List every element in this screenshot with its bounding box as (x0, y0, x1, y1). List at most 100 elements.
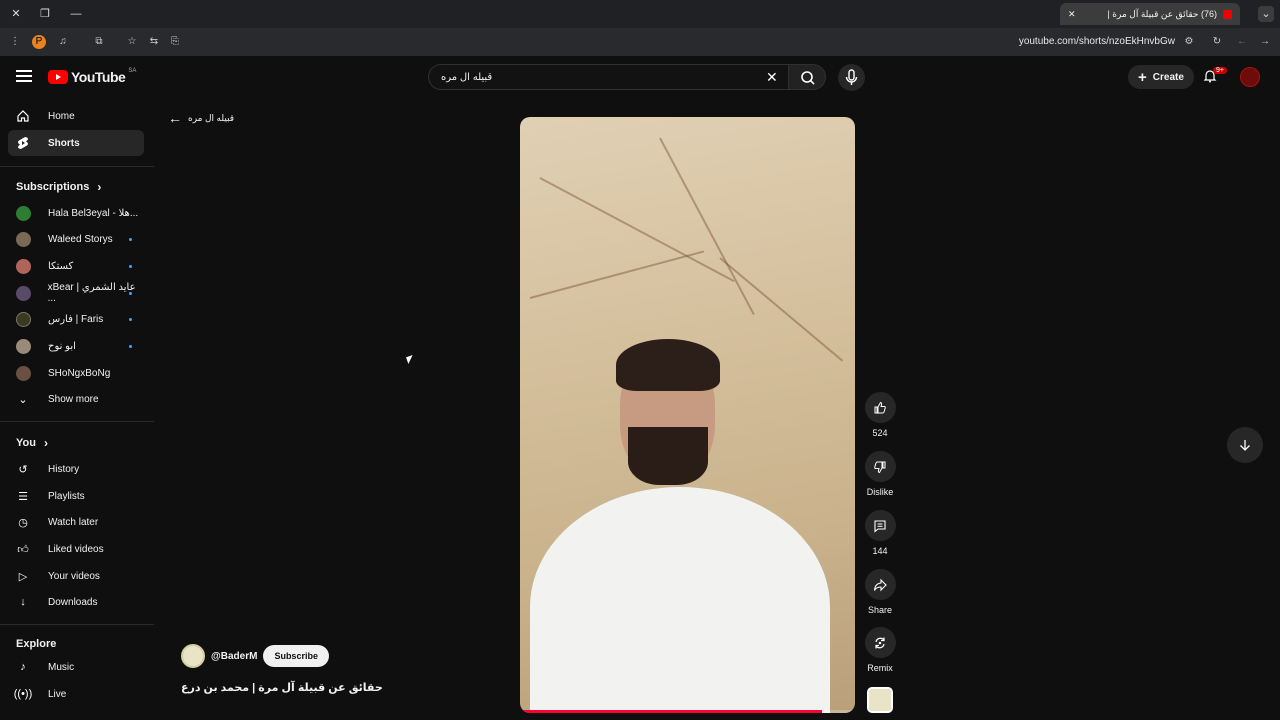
chevron-down-icon: ⌄ (18, 393, 28, 406)
youtube-logo[interactable]: YouTube SA (48, 68, 137, 85)
sidebar-item-watch-later[interactable]: ◷ Watch later (8, 509, 144, 535)
remix-icon (864, 627, 896, 658)
you-header[interactable]: You › (16, 436, 48, 450)
share-button[interactable]: Share (860, 569, 900, 615)
sidebar-item-downloads[interactable]: ↓ Downloads (8, 589, 144, 615)
sidebar-item-label: Downloads (48, 596, 98, 608)
audio-source-thumbnail (867, 687, 893, 713)
install-app-icon[interactable]: ⎘ (168, 35, 182, 49)
comments-button[interactable]: 144 (860, 510, 900, 556)
hamburger-menu-icon[interactable] (16, 70, 32, 82)
speaker-beard (628, 427, 708, 485)
sidebar-item-subscription[interactable]: SHoNgxBoNg (8, 360, 144, 386)
sidebar-item-subscription[interactable]: كستكا (8, 253, 144, 279)
music-icon: ♪ (20, 661, 26, 673)
sidebar-divider (0, 421, 154, 422)
sound-thumbnail[interactable] (860, 687, 900, 713)
marble-vein (529, 250, 705, 299)
sidebar-item-label: History (48, 463, 80, 475)
channel-avatar (16, 365, 31, 381)
back-to-search-link[interactable]: ← قبيله ال مره (168, 110, 234, 126)
remix-button[interactable]: Remix (860, 627, 900, 673)
sidebar-item-shorts[interactable]: Shorts (8, 130, 144, 156)
shorts-icon (16, 136, 30, 150)
mouse-cursor (406, 355, 415, 364)
forward-icon[interactable]: ← (1235, 35, 1249, 49)
voice-search-button[interactable] (838, 64, 865, 91)
clear-search-icon[interactable]: ✕ (766, 69, 778, 86)
restore-window-icon[interactable]: ❐ (37, 6, 53, 22)
subscriptions-header[interactable]: Subscriptions › (16, 180, 101, 194)
sidebar-item-live[interactable]: ((•)) Live (8, 681, 144, 707)
video-progress-bar[interactable] (520, 710, 822, 713)
logo-text: YouTube (71, 69, 126, 85)
sidebar-item-label: Your videos (48, 570, 100, 582)
menu-dots-icon[interactable]: ⋮ (8, 35, 22, 49)
show-more-button[interactable]: ⌄ Show more (8, 386, 144, 412)
site-settings-icon[interactable]: ⚙ (1182, 35, 1196, 49)
back-icon[interactable]: → (1258, 35, 1272, 49)
subscription-label: ابو نوح (48, 340, 76, 352)
sidebar-item-subscription[interactable]: ابو نوح (8, 333, 144, 359)
marble-vein (539, 177, 735, 283)
channel-avatar[interactable] (181, 644, 205, 668)
create-button[interactable]: + Create (1128, 65, 1194, 89)
chevron-right-icon: › (43, 436, 48, 450)
new-content-dot (129, 291, 132, 295)
sidebar-item-label: Live (48, 688, 67, 700)
search-button[interactable] (788, 64, 826, 90)
download-icon: ↓ (20, 596, 26, 608)
media-control-icon[interactable]: ♫ (56, 35, 70, 49)
account-avatar[interactable] (1240, 67, 1260, 87)
shorts-video-player[interactable] (520, 117, 855, 713)
search-input-value: قبيله ال مره (441, 72, 493, 83)
sidebar-item-liked-videos[interactable]: 👍︎ Liked videos (8, 536, 144, 562)
channel-avatar (16, 285, 31, 301)
tab-search-icon[interactable]: ⌄ (1258, 6, 1274, 22)
youtube-play-icon (48, 70, 68, 84)
subscription-label: Hala Bel3eyal - هلا... (48, 207, 139, 219)
reload-icon[interactable]: ↻ (1210, 35, 1224, 49)
sidebar-item-subscription[interactable]: xBear | عايد الشمري ... (8, 280, 144, 306)
share-label: Share (867, 605, 893, 615)
translate-icon[interactable]: ⇆ (147, 35, 161, 49)
browser-tab[interactable]: (76) حقائق عن قبيلة آل مرة | ✕ (1060, 3, 1240, 25)
country-code: SA (128, 68, 137, 74)
marble-vein (719, 257, 844, 362)
extensions-icon[interactable]: ⧉ (92, 35, 106, 49)
sidebar-item-your-videos[interactable]: ▷ Your videos (8, 563, 144, 589)
search-input[interactable]: قبيله ال مره (428, 64, 790, 90)
sidebar-item-subscription[interactable]: Waleed Storys (8, 226, 144, 252)
sidebar-item-label: Watch later (48, 516, 99, 528)
masthead: YouTube SA قبيله ال مره ✕ + Create 9+ (0, 56, 1280, 98)
home-icon (16, 109, 30, 123)
address-bar[interactable]: youtube.com/shorts/nzoEkHnvbGw (1019, 36, 1175, 47)
speaker-body (530, 487, 830, 713)
like-button[interactable]: 524 (860, 392, 900, 438)
comment-count: 144 (872, 546, 888, 556)
speaker-hair (616, 339, 720, 391)
sidebar-item-subscription[interactable]: Hala Bel3eyal - هلا... (8, 200, 144, 226)
subscriptions-header-label: Subscriptions (16, 181, 90, 193)
tab-close-icon[interactable]: ✕ (1068, 9, 1076, 20)
microphone-icon (845, 69, 858, 85)
channel-avatar (16, 338, 31, 354)
channel-name[interactable]: @BaderM (211, 651, 257, 662)
sidebar-item-home[interactable]: Home (8, 103, 144, 129)
dislike-button[interactable]: Dislike (860, 451, 900, 497)
channel-avatar (16, 205, 31, 221)
profile-icon[interactable]: P (32, 35, 46, 49)
sidebar-item-music[interactable]: ♪ Music (8, 654, 144, 680)
dislike-label: Dislike (866, 487, 894, 497)
back-link-label: قبيله ال مره (188, 112, 235, 123)
close-window-icon[interactable]: ✕ (8, 6, 24, 22)
subscription-label: فارس | Faris (48, 313, 104, 325)
subscribe-button[interactable]: Subscribe (263, 645, 329, 667)
sidebar-item-playlists[interactable]: ☰ Playlists (8, 483, 144, 509)
minimize-window-icon[interactable]: — (68, 6, 84, 22)
sidebar-item-history[interactable]: ↺ History (8, 456, 144, 482)
sidebar-item-subscription[interactable]: فارس | Faris (8, 306, 144, 332)
next-short-button[interactable] (1227, 427, 1263, 463)
history-icon: ↺ (18, 463, 28, 476)
bookmark-star-icon[interactable]: ☆ (125, 35, 139, 49)
